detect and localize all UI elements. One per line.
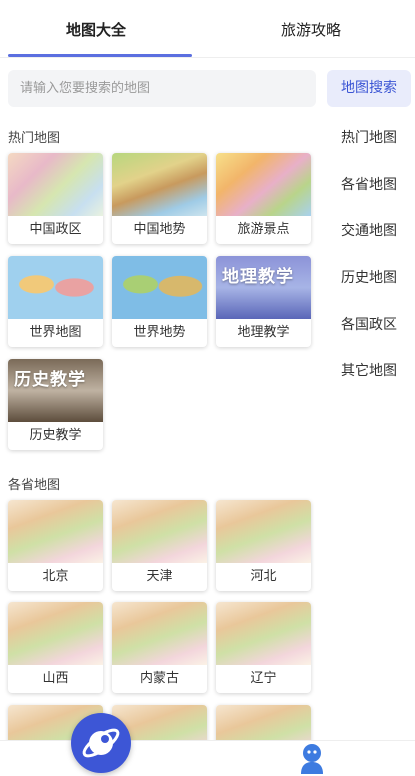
- profile-button[interactable]: [296, 742, 328, 774]
- map-card-history-teaching[interactable]: 历史教学 历史教学: [8, 359, 103, 450]
- china-terrain-map-thumbnail: [112, 153, 207, 216]
- liaoning-map-thumbnail: [216, 602, 311, 665]
- side-nav-history-maps[interactable]: 历史地图: [327, 267, 411, 287]
- beijing-map-thumbnail: [8, 500, 103, 563]
- side-nav-hot-maps[interactable]: 热门地图: [327, 127, 411, 147]
- tianjin-map-thumbnail: [112, 500, 207, 563]
- map-card-label: 河北: [250, 569, 277, 584]
- poster-title: 历史教学: [14, 370, 86, 390]
- map-card-geography-teaching[interactable]: 地理教学 地理教学: [216, 256, 311, 347]
- hebei-map-thumbnail: [216, 500, 311, 563]
- side-nav-province-maps[interactable]: 各省地图: [327, 174, 411, 194]
- section-title-provinces: 各省地图: [8, 478, 61, 493]
- china-political-map-thumbnail: [8, 153, 103, 216]
- map-card-hebei[interactable]: 河北: [216, 500, 311, 591]
- map-card-label: 山西: [42, 671, 69, 686]
- map-card-label: 北京: [42, 569, 69, 584]
- inner-mongolia-map-thumbnail: [112, 602, 207, 665]
- planet-icon: [82, 728, 120, 758]
- map-card-label: 历史教学: [29, 428, 82, 443]
- world-terrain-map-thumbnail: [112, 256, 207, 319]
- map-card-inner-mongolia[interactable]: 内蒙古: [112, 602, 207, 693]
- map-card-label: 中国政区: [29, 222, 82, 237]
- section-title-hot-maps: 热门地图: [8, 131, 61, 146]
- map-card-label: 世界地势: [133, 325, 186, 340]
- tourist-attractions-map-thumbnail: [216, 153, 311, 216]
- map-card-label: 辽宁: [250, 671, 277, 686]
- tab-map-collection[interactable]: 地图大全: [0, 0, 192, 58]
- side-nav-traffic-maps[interactable]: 交通地图: [327, 220, 411, 240]
- user-icon: [301, 744, 323, 774]
- map-card-label: 地理教学: [237, 325, 290, 340]
- map-card-label: 中国地势: [133, 222, 186, 237]
- search-input[interactable]: 请输入您要搜索的地图: [8, 70, 316, 107]
- map-card-label: 天津: [146, 569, 173, 584]
- map-card-label: 内蒙古: [139, 671, 179, 686]
- map-search-button[interactable]: 地图搜索: [327, 70, 411, 107]
- map-card-tourist-attractions[interactable]: 旅游景点: [216, 153, 311, 244]
- top-tab-bar: 地图大全 旅游攻略: [0, 0, 415, 58]
- map-card-world[interactable]: 世界地图: [8, 256, 103, 347]
- map-card-beijing[interactable]: 北京: [8, 500, 103, 591]
- poster-title: 地理教学: [222, 267, 294, 287]
- shanxi-map-thumbnail: [8, 602, 103, 665]
- side-nav-countries-maps[interactable]: 各国政区: [327, 314, 411, 334]
- map-card-shanxi[interactable]: 山西: [8, 602, 103, 693]
- map-card-label: 旅游景点: [237, 222, 290, 237]
- bottom-nav-bar: [0, 740, 415, 776]
- history-teaching-poster: 历史教学: [8, 359, 103, 422]
- active-tab-indicator: [8, 54, 192, 57]
- tab-travel-guide[interactable]: 旅游攻略: [207, 0, 415, 58]
- map-card-world-terrain[interactable]: 世界地势: [112, 256, 207, 347]
- geography-teaching-poster: 地理教学: [216, 256, 311, 319]
- map-card-liaoning[interactable]: 辽宁: [216, 602, 311, 693]
- home-button[interactable]: [71, 713, 131, 773]
- map-card-label: 世界地图: [29, 325, 82, 340]
- side-nav-other-maps[interactable]: 其它地图: [327, 360, 411, 380]
- map-card-china-political[interactable]: 中国政区: [8, 153, 103, 244]
- world-map-thumbnail: [8, 256, 103, 319]
- map-card-china-terrain[interactable]: 中国地势: [112, 153, 207, 244]
- map-card-tianjin[interactable]: 天津: [112, 500, 207, 591]
